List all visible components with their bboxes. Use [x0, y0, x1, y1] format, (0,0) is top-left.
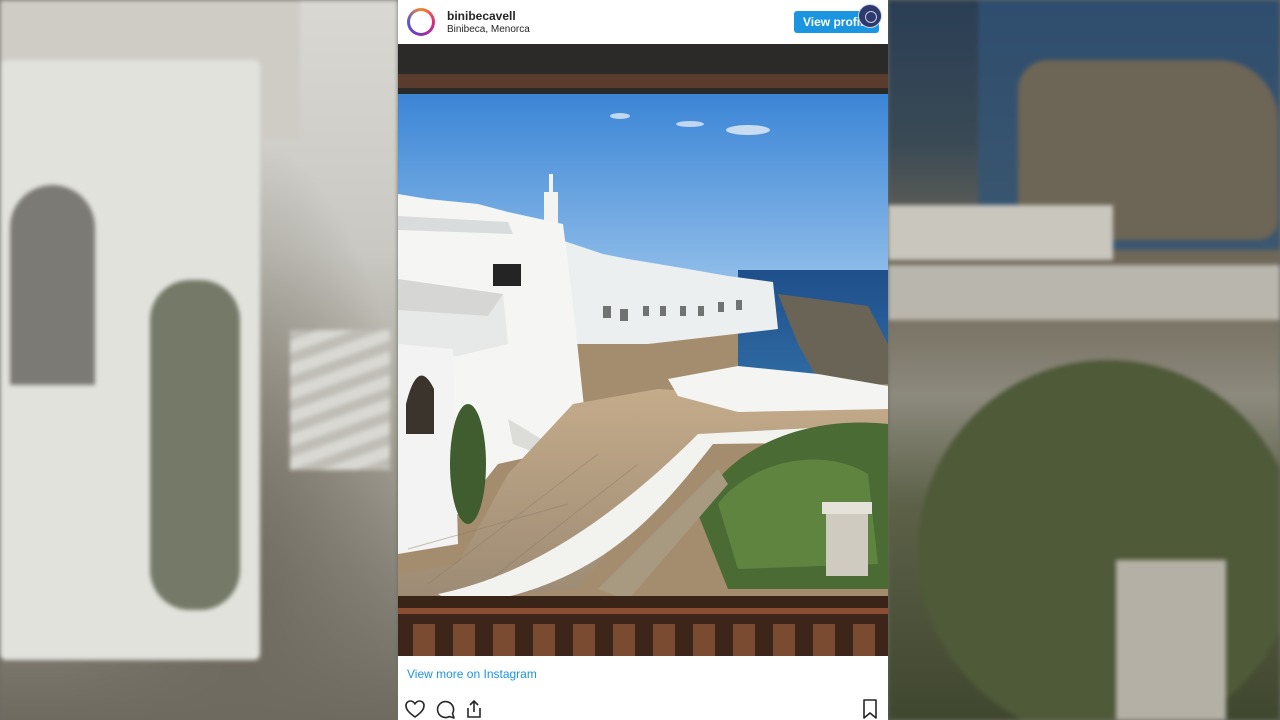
blurred-background-right	[888, 0, 1280, 720]
post-header: binibecavell Binibeca, Menorca View prof…	[398, 0, 888, 44]
bookmark-icon[interactable]	[859, 698, 881, 720]
instagram-embed-card: binibecavell Binibeca, Menorca View prof…	[398, 0, 888, 720]
background-ledge-upper	[888, 205, 1113, 260]
photo-scene	[398, 44, 888, 656]
comment-icon[interactable]	[434, 698, 456, 720]
background-plant	[150, 280, 240, 610]
location-link[interactable]: Binibeca, Menorca	[447, 24, 530, 35]
post-photo[interactable]	[398, 44, 888, 656]
heart-icon[interactable]	[404, 698, 426, 720]
background-post	[1116, 560, 1226, 720]
channel-watermark-icon	[858, 4, 882, 28]
view-more-on-instagram-link[interactable]: View more on Instagram	[407, 667, 537, 681]
share-icon[interactable]	[463, 698, 485, 720]
background-stairs	[290, 330, 390, 470]
blurred-background-left	[0, 0, 398, 720]
background-arch	[10, 185, 95, 385]
username-link[interactable]: binibecavell	[447, 9, 516, 23]
post-actions	[398, 698, 888, 720]
avatar[interactable]	[407, 8, 435, 36]
background-ledge	[888, 265, 1280, 320]
